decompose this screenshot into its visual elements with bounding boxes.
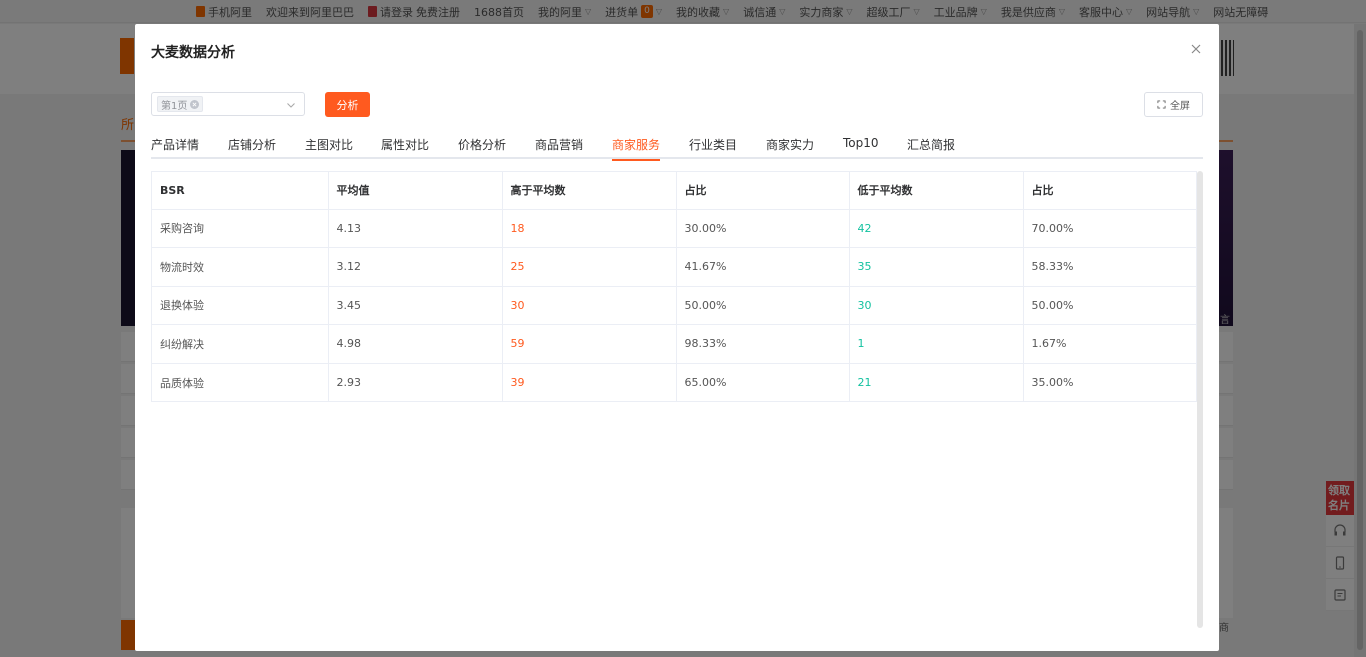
tab-product-marketing[interactable]: 商品营销 [535,136,583,159]
column-header-bsr: BSR [152,172,329,210]
table-row: 品质体验 2.93 39 65.00% 21 35.00% [152,363,1196,402]
column-header-below-ratio: 占比 [1023,172,1196,210]
table-row: 物流时效 3.12 25 41.67% 35 58.33% [152,247,1196,287]
row-above-ratio: 98.33% [676,324,850,364]
row-above-count: 59 [502,324,677,364]
row-above-count: 18 [502,209,677,248]
tab-top10[interactable]: Top10 [843,136,879,159]
row-below-ratio: 58.33% [1023,247,1196,287]
table-row: 采购咨询 4.13 18 30.00% 42 70.00% [152,209,1196,248]
column-header-above-ratio: 占比 [676,172,850,210]
row-above-count: 39 [502,363,677,402]
tab-main-image-compare[interactable]: 主图对比 [305,136,353,159]
row-average: 2.93 [328,363,503,402]
row-above-count: 25 [502,247,677,287]
table-header-row: BSR 平均值 高于平均数 占比 低于平均数 占比 [152,172,1196,210]
row-average: 3.12 [328,247,503,287]
table-scrollbar[interactable] [1197,171,1203,628]
fullscreen-button[interactable]: 全屏 [1144,92,1203,117]
close-button[interactable] [1188,41,1204,57]
tab-price-analysis[interactable]: 价格分析 [458,136,506,159]
tab-product-details[interactable]: 产品详情 [151,136,199,159]
close-icon [1191,44,1201,54]
tab-attribute-compare[interactable]: 属性对比 [381,136,429,159]
row-metric: 退换体验 [152,286,329,325]
row-average: 4.13 [328,209,503,248]
page-tag: 第1页 [157,96,204,112]
page-tag-label: 第1页 [161,100,188,112]
tab-shop-analysis[interactable]: 店铺分析 [228,136,276,159]
data-analysis-dialog: 大麦数据分析 第1页 分析 全屏 产品详情 店铺分析 主图对比 属性对比 价格分… [135,24,1219,651]
row-below-ratio: 35.00% [1031,376,1074,389]
row-average: 4.98 [328,324,503,364]
tag-remove-icon[interactable] [190,99,200,109]
column-header-average: 平均值 [328,172,503,210]
row-above-ratio: 65.00% [676,363,850,402]
row-below-count: 35 [849,247,1024,287]
tab-industry-category[interactable]: 行业类目 [689,136,737,159]
tab-summary-report[interactable]: 汇总简报 [907,136,955,159]
analysis-tabs: 产品详情 店铺分析 主图对比 属性对比 价格分析 商品营销 商家服务 行业类目 … [151,132,1203,161]
row-above-ratio: 30.00% [676,209,850,248]
row-below-ratio: 1.67% [1023,324,1196,364]
row-above-ratio: 41.67% [676,247,850,287]
row-below-count: 42 [849,209,1024,248]
row-average: 3.45 [328,286,503,325]
row-below-ratio: 50.00% [1023,286,1196,325]
row-metric: 采购咨询 [152,209,329,248]
table-row: 退换体验 3.45 30 50.00% 30 50.00% [152,286,1196,325]
column-header-below-average: 低于平均数 [849,172,1024,210]
row-metric: 物流时效 [152,247,329,287]
row-below-count: 21 [849,363,1024,402]
fullscreen-label: 全屏 [1170,101,1190,112]
row-below-count: 1 [849,324,1024,364]
analyze-button[interactable]: 分析 [325,92,370,117]
row-metric: 品质体验 [152,363,329,402]
row-below-count: 30 [849,286,1024,325]
tab-merchant-strength[interactable]: 商家实力 [766,136,814,159]
row-metric: 纠纷解决 [152,324,329,364]
row-above-count: 30 [502,286,677,325]
page-select[interactable]: 第1页 [151,92,305,116]
column-header-above-average: 高于平均数 [502,172,677,210]
row-below-ratio: 70.00% [1023,209,1196,248]
row-above-ratio: 50.00% [676,286,850,325]
merchant-service-table: BSR 平均值 高于平均数 占比 低于平均数 占比 采购咨询 4.13 18 3… [151,171,1197,402]
dialog-title: 大麦数据分析 [151,45,235,61]
fullscreen-icon [1157,100,1166,109]
table-row: 纠纷解决 4.98 59 98.33% 1 1.67% [152,324,1196,364]
tab-merchant-service[interactable]: 商家服务 [612,136,661,161]
chevron-down-icon [287,103,295,108]
